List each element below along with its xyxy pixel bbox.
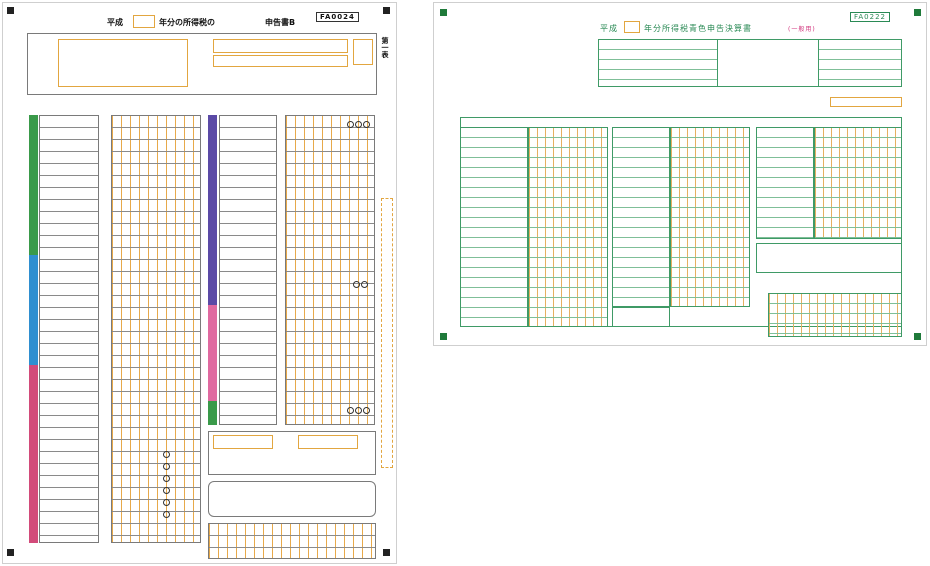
deduction-band: [29, 365, 38, 543]
right-margin-strip: [381, 198, 393, 468]
statement-bottom-mid-box: [612, 307, 670, 327]
statement-col-1-amounts: [528, 127, 608, 327]
income-label-column: [39, 115, 99, 543]
blue-return-statement-sheet: 平成 年分所得税青色申告決算書 (一般用) FA0222: [433, 2, 927, 346]
statement-col-1-labels: [460, 127, 528, 327]
form-title-form: 申告書B: [265, 18, 296, 27]
tax-band-green: [208, 401, 217, 425]
bank-block: [208, 481, 376, 517]
bottom-code-grid: [208, 523, 376, 559]
registration-mark-top-right: [383, 7, 390, 14]
tax-band: [208, 115, 217, 305]
form-title-mid: 年分の所得税の: [159, 18, 215, 27]
form-title-prefix: 平成: [107, 18, 123, 27]
address-field: [58, 39, 188, 87]
statement-col-2-amounts: [670, 127, 750, 307]
circle-markers-4: [163, 451, 170, 518]
tax-label-column: [219, 115, 277, 425]
circle-markers-3: [347, 407, 370, 414]
header-small-box: [353, 39, 373, 65]
tax-amount-grid: [285, 115, 375, 425]
statement-code: FA0222: [850, 12, 890, 22]
statement-header-rows: [598, 39, 718, 87]
statement-year-box: [624, 21, 640, 33]
income-band-blue: [29, 255, 38, 365]
registration-mark-bottom-right: [914, 333, 921, 340]
name-field-2: [213, 55, 348, 67]
statement-col-2-labels: [612, 127, 670, 307]
statement-subtitle: (一般用): [788, 26, 816, 33]
registration-mark-bottom-right: [383, 549, 390, 556]
registration-mark-top-right: [914, 9, 921, 16]
statement-header-rows-2: [818, 39, 902, 87]
registration-mark-bottom-left: [440, 333, 447, 340]
year-box: [133, 15, 155, 28]
income-amount-grid: [111, 115, 201, 543]
income-band: [29, 115, 38, 255]
statement-bottom-right-grid: [768, 293, 902, 337]
name-field: [213, 39, 348, 53]
statement-title: 年分所得税青色申告決算書: [644, 24, 752, 33]
form-code: FA0024: [316, 12, 359, 22]
registration-mark-top-left: [7, 7, 14, 14]
side-label: 第一表: [381, 37, 389, 58]
registration-mark-bottom-left: [7, 549, 14, 556]
statement-col-3-amounts: [814, 127, 902, 239]
statement-header-field: [830, 97, 902, 107]
statement-col-3-labels: [756, 127, 814, 239]
registration-mark-top-left: [440, 9, 447, 16]
lower-info-field-2: [298, 435, 358, 449]
circle-markers-1: [347, 121, 370, 128]
tax-return-form-b-sheet: 平成 年分の所得税の 申告書B FA0024 第一表: [2, 2, 397, 564]
statement-title-prefix: 平成: [600, 24, 618, 33]
circle-markers-2: [353, 281, 368, 288]
lower-info-field: [213, 435, 273, 449]
statement-summary-block: [756, 243, 902, 273]
tax-band-pink: [208, 305, 217, 401]
